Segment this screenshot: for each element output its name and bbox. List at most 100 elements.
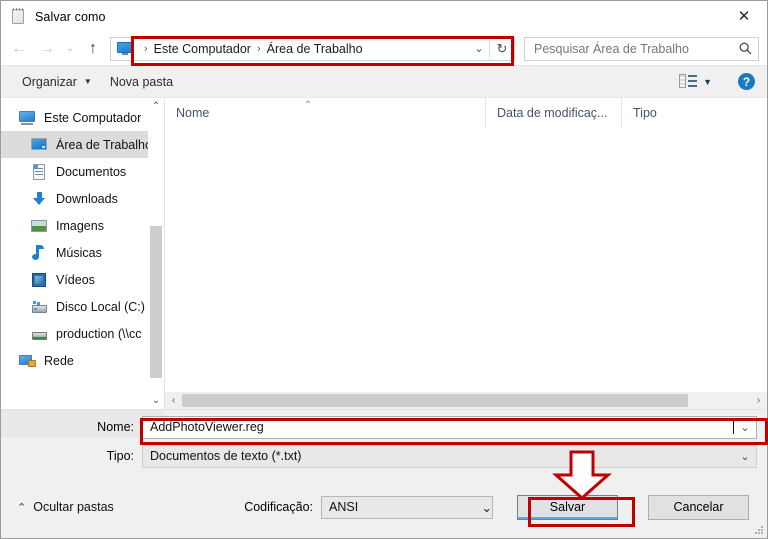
scroll-left-icon[interactable]: ‹	[165, 392, 182, 409]
pictures-icon	[31, 218, 48, 234]
breadcrumb-item-desktop[interactable]: Área de Trabalho	[267, 42, 363, 56]
browser-area: Este Computador Área de Trabalho Documen…	[1, 97, 767, 409]
hide-folders-button[interactable]: ⌃ Ocultar pastas	[1, 500, 114, 514]
sidebar-item-downloads[interactable]: Downloads	[1, 185, 164, 212]
scroll-down-icon[interactable]: ⌄	[148, 392, 164, 409]
folder-tree: Este Computador Área de Trabalho Documen…	[1, 98, 164, 374]
command-toolbar: Organizar ▼ Nova pasta ▼ ?	[1, 65, 767, 97]
save-button-wrapper: Salvar	[517, 494, 618, 520]
recent-locations-button[interactable]: ⌄	[61, 36, 79, 62]
sidebar-item-label: Imagens	[56, 218, 104, 233]
navigation-pane: Este Computador Área de Trabalho Documen…	[1, 98, 164, 409]
hide-folders-label: Ocultar pastas	[33, 500, 114, 514]
file-list-pane: Nome ⌃ Data de modificaç... Tipo ‹ ›	[165, 98, 767, 409]
sidebar-item-este-computador[interactable]: Este Computador	[1, 104, 164, 131]
save-form: Nome: AddPhotoViewer.reg ⌄ Tipo: Documen…	[1, 409, 767, 538]
sidebar-item-rede[interactable]: Rede	[1, 347, 164, 374]
file-type-value: Documentos de texto (*.txt)	[150, 449, 302, 463]
notepad-icon	[10, 8, 27, 25]
sidebar-scrollbar[interactable]: ⌃ ⌄	[148, 98, 164, 409]
new-folder-button[interactable]: Nova pasta	[101, 71, 182, 93]
encoding-value: ANSI	[329, 500, 359, 514]
music-icon	[31, 244, 48, 261]
file-type-label: Tipo:	[106, 449, 134, 463]
up-button[interactable]: ↑	[79, 36, 107, 62]
sidebar-item-label: Documentos	[56, 164, 127, 179]
sidebar-item-musicas[interactable]: Músicas	[1, 239, 164, 266]
organize-label: Organizar	[22, 74, 77, 89]
scrollbar-thumb[interactable]	[182, 394, 688, 407]
downloads-icon	[31, 191, 48, 207]
window-title: Salvar como	[35, 9, 106, 24]
sidebar-item-area-de-trabalho[interactable]: Área de Trabalho	[1, 131, 164, 158]
encoding-select[interactable]: ANSI ⌄	[321, 495, 493, 519]
view-options-icon[interactable]	[679, 74, 698, 89]
videos-icon	[31, 272, 48, 288]
toolbar-right-group: ▼ ?	[679, 73, 767, 90]
scroll-right-icon[interactable]: ›	[750, 392, 767, 409]
column-header-nome[interactable]: Nome ⌃	[165, 98, 485, 128]
encoding-label: Codificação:	[244, 500, 313, 514]
back-button[interactable]: ←	[5, 36, 33, 62]
address-bar[interactable]: › Este Computador › Área de Trabalho ⌄ ↻	[110, 36, 515, 61]
chevron-down-icon[interactable]: ▼	[701, 77, 718, 87]
chevron-down-icon: ▼	[83, 77, 92, 86]
resize-grip[interactable]	[755, 526, 764, 535]
chevron-down-icon[interactable]: ⌄	[734, 450, 756, 463]
column-label: Data de modificaç...	[497, 106, 608, 120]
column-header-data-modificacao[interactable]: Data de modificaç...	[485, 98, 621, 128]
save-as-dialog: Salvar como ✕ ← → ⌄ ↑ › Este Computador …	[0, 0, 768, 539]
sidebar-item-videos[interactable]: Vídeos	[1, 266, 164, 293]
forward-button[interactable]: →	[33, 36, 61, 62]
column-label: Nome	[176, 106, 210, 120]
sidebar-item-imagens[interactable]: Imagens	[1, 212, 164, 239]
column-header-tipo[interactable]: Tipo	[621, 98, 767, 128]
sidebar-item-label: production (\\cc	[56, 326, 142, 341]
chevron-up-icon: ⌃	[17, 501, 27, 514]
help-icon[interactable]: ?	[738, 73, 755, 90]
chevron-down-icon[interactable]: ⌄	[469, 38, 489, 60]
desktop-icon	[31, 137, 48, 153]
search-input[interactable]: Pesquisar Área de Trabalho	[525, 42, 732, 56]
save-button[interactable]: Salvar	[517, 494, 618, 520]
scrollbar-thumb[interactable]	[150, 226, 162, 378]
navigation-bar: ← → ⌄ ↑ › Este Computador › Área de Trab…	[1, 32, 767, 65]
sidebar-item-label: Músicas	[56, 245, 102, 260]
file-type-row: Tipo: Documentos de texto (*.txt) ⌄	[1, 443, 767, 469]
sidebar-item-production[interactable]: production (\\cc	[1, 320, 164, 347]
scrollbar-track[interactable]	[182, 392, 750, 409]
file-name-input[interactable]: AddPhotoViewer.reg ⌄	[142, 415, 757, 439]
breadcrumb-separator: ›	[256, 42, 261, 55]
sidebar-item-label: Área de Trabalho	[56, 137, 152, 152]
sort-ascending-icon: ⌃	[304, 100, 313, 111]
file-list-horizontal-scrollbar[interactable]: ‹ ›	[165, 392, 767, 409]
breadcrumb-separator: ›	[144, 42, 148, 55]
documents-icon	[31, 163, 48, 180]
sidebar-item-documentos[interactable]: Documentos	[1, 158, 164, 185]
sidebar-item-label: Disco Local (C:)	[56, 299, 145, 314]
search-box[interactable]: Pesquisar Área de Trabalho	[524, 36, 759, 61]
breadcrumb-item-computer[interactable]: Este Computador	[154, 42, 251, 56]
local-disk-icon	[31, 299, 48, 315]
chevron-down-icon[interactable]: ⌄	[482, 500, 492, 515]
title-bar: Salvar como ✕	[1, 1, 767, 32]
close-icon[interactable]: ✕	[721, 1, 767, 31]
file-type-select[interactable]: Documentos de texto (*.txt) ⌄	[142, 444, 757, 468]
sidebar-item-label: Downloads	[56, 191, 118, 206]
organize-button[interactable]: Organizar ▼	[13, 71, 101, 93]
search-icon[interactable]	[732, 42, 758, 55]
pc-icon	[19, 110, 36, 126]
refresh-icon[interactable]: ↻	[490, 38, 514, 60]
file-list-items[interactable]	[165, 128, 767, 392]
chevron-down-icon[interactable]: ⌄	[734, 421, 756, 434]
cancel-button[interactable]: Cancelar	[648, 494, 749, 520]
sidebar-item-label: Este Computador	[44, 110, 142, 125]
file-name-label: Nome:	[97, 420, 134, 434]
network-drive-icon	[31, 326, 48, 342]
column-header-row: Nome ⌃ Data de modificaç... Tipo	[165, 98, 767, 128]
network-icon	[19, 353, 36, 369]
sidebar-item-disco-local-c[interactable]: Disco Local (C:)	[1, 293, 164, 320]
new-folder-label: Nova pasta	[109, 74, 174, 89]
scroll-up-icon[interactable]: ⌃	[148, 98, 164, 115]
sidebar-item-label: Vídeos	[56, 272, 95, 287]
